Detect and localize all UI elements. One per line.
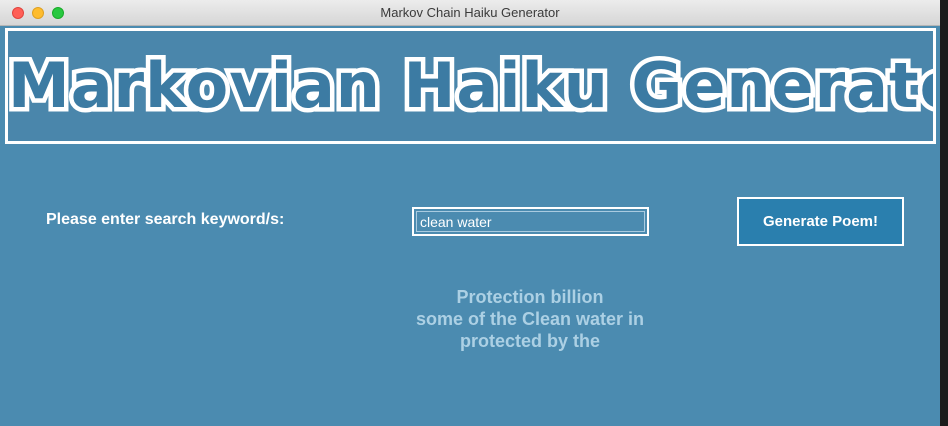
generated-poem: Protection billion some of the Clean wat… <box>330 286 730 352</box>
window-title: Markov Chain Haiku Generator <box>380 5 560 20</box>
poem-line-3: protected by the <box>459 331 601 351</box>
background-terminal-edge <box>940 0 948 426</box>
title-bar: Markov Chain Haiku Generator <box>0 0 940 26</box>
search-input[interactable] <box>412 207 649 236</box>
poem-line-1: Protection billion <box>456 287 604 307</box>
title-banner: Markovian Haiku Generator <box>5 28 936 144</box>
app-heading: Markovian Haiku Generator <box>8 45 936 127</box>
search-label: Please enter search keyword/s: <box>46 211 285 228</box>
poem-line-2: some of the Clean water in <box>415 309 645 329</box>
app-window: Markov Chain Haiku Generator Markovian H… <box>0 0 940 426</box>
generate-poem-button[interactable]: Generate Poem! <box>737 197 904 246</box>
